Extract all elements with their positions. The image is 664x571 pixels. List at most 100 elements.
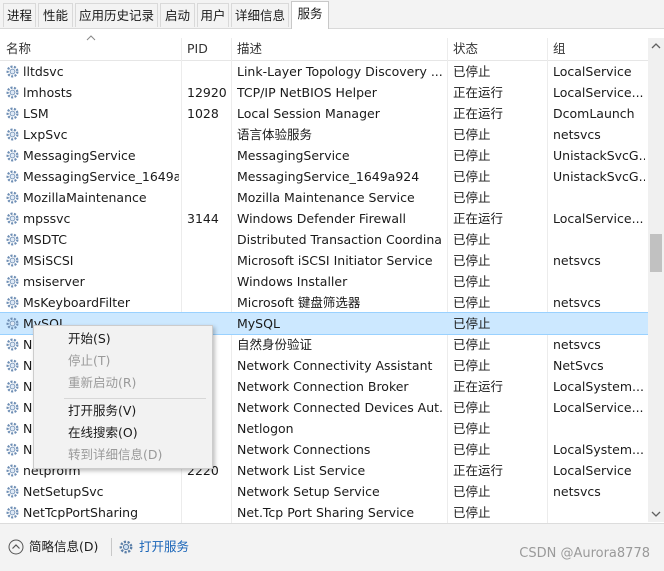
menu-item-start[interactable]: 开始(S): [34, 328, 212, 350]
service-group: LocalSystem...: [553, 442, 644, 457]
service-pid: [187, 292, 231, 313]
menu-item-go-to-details[interactable]: 转到详细信息(D): [34, 444, 212, 466]
table-row[interactable]: NetSetupSvc Network Setup Service 已停止 netsv…: [0, 481, 648, 502]
tab-app-history[interactable]: 应用历史记录: [75, 3, 158, 27]
table-row[interactable]: MozillaMaintenance Mozilla Maintenance Se…: [0, 187, 648, 208]
scroll-up-icon[interactable]: [648, 38, 664, 54]
service-name: MsKeyboardFilter: [23, 295, 131, 310]
table-row[interactable]: LxpSvc 语言体验服务 已停止 netsvcs: [0, 124, 648, 145]
service-description: Microsoft iSCSI Initiator Service: [237, 253, 433, 268]
menu-item-open-services[interactable]: 打开服务(V): [34, 400, 212, 422]
service-name: MSiSCSI: [23, 253, 74, 268]
service-description: Network List Service: [237, 463, 366, 478]
service-status: 已停止: [453, 253, 491, 268]
service-pid: [187, 502, 231, 521]
service-gear-icon: [6, 464, 19, 477]
service-description: 语言体验服务: [237, 127, 313, 142]
menu-item-search-online[interactable]: 在线搜索(O): [34, 422, 212, 444]
menu-item-stop[interactable]: 停止(T): [34, 350, 212, 372]
bottom-bar: 简略信息(D) 打开服务 CSDN @Aurora8778: [0, 523, 664, 571]
service-group: LocalService...: [553, 211, 644, 226]
service-gear-icon: [6, 86, 19, 99]
menu-item-restart[interactable]: 重新启动(R): [34, 372, 212, 394]
service-description: Windows Installer: [237, 274, 348, 289]
service-gear-icon: [6, 401, 19, 414]
service-description: Windows Defender Firewall: [237, 211, 406, 226]
open-services-label: 打开服务: [139, 539, 190, 554]
service-status: 已停止: [453, 148, 491, 163]
service-group: LocalService...: [553, 400, 644, 415]
tab-details[interactable]: 详细信息: [231, 3, 289, 27]
service-pid: 12920: [187, 85, 227, 100]
service-status: 正在运行: [453, 463, 504, 478]
service-description: Network Connected Devices Aut...: [237, 400, 442, 415]
table-row[interactable]: MessagingService_1649a... MessagingServic…: [0, 166, 648, 187]
table-row[interactable]: MSDTC Distributed Transaction Coordina...…: [0, 229, 648, 250]
tab-services[interactable]: 服务: [291, 1, 329, 29]
tab-startup[interactable]: 启动: [160, 3, 195, 27]
service-group: netsvcs: [553, 295, 601, 310]
scrollbar-thumb[interactable]: [650, 234, 662, 272]
table-row[interactable]: MessagingService MessagingService 已停止 Unist…: [0, 145, 648, 166]
service-status: 已停止: [453, 274, 491, 289]
column-name[interactable]: 名称: [6, 38, 31, 60]
service-gear-icon: [6, 170, 19, 183]
service-description: TCP/IP NetBIOS Helper: [237, 85, 377, 100]
service-group: LocalService: [553, 463, 632, 478]
column-pid[interactable]: PID: [187, 38, 208, 60]
service-description: Network Connectivity Assistant: [237, 358, 433, 373]
service-pid: [187, 61, 231, 82]
service-gear-icon: [6, 296, 19, 309]
services-gear-icon: [119, 540, 133, 554]
service-pid: [187, 145, 231, 166]
service-group: netsvcs: [553, 127, 601, 142]
column-description[interactable]: 描述: [237, 38, 262, 60]
service-status: 已停止: [453, 169, 491, 184]
chevron-up-circle-icon: [8, 539, 24, 555]
service-name: NetSetupSvc: [23, 484, 104, 499]
service-group: [553, 271, 645, 292]
service-gear-icon: [6, 485, 19, 498]
service-group: LocalService: [553, 64, 632, 79]
column-group[interactable]: 组: [553, 38, 566, 60]
table-row[interactable]: MsKeyboardFilter Microsoft 键盘筛选器 已停止 netsvc…: [0, 292, 648, 313]
table-row[interactable]: msiserver Windows Installer 已停止: [0, 271, 648, 292]
table-row[interactable]: MSiSCSI Microsoft iSCSI Initiator Service…: [0, 250, 648, 271]
service-description: Net.Tcp Port Sharing Service: [237, 505, 415, 520]
fewer-details-button[interactable]: 简略信息(D): [8, 537, 98, 557]
vertical-scrollbar[interactable]: [648, 38, 664, 522]
service-group: NetSvcs: [553, 358, 604, 373]
tab-users[interactable]: 用户: [197, 3, 229, 27]
service-pid: 3144: [187, 211, 219, 226]
service-gear-icon: [6, 506, 19, 519]
service-name: lmhosts: [23, 85, 73, 100]
service-status: 正在运行: [453, 85, 504, 100]
tab-processes[interactable]: 进程: [3, 3, 36, 27]
service-group: UnistackSvcG...: [553, 148, 645, 163]
tab-performance[interactable]: 性能: [38, 3, 73, 27]
column-status[interactable]: 状态: [453, 38, 478, 60]
menu-separator: [64, 398, 206, 399]
service-description: MessagingService: [237, 148, 350, 163]
service-name: mpssvc: [23, 211, 71, 226]
service-pid: [187, 481, 231, 502]
service-status: 已停止: [453, 127, 491, 142]
service-status: 已停止: [453, 190, 491, 205]
table-row[interactable]: lmhosts 12920 TCP/IP NetBIOS Helper 正在运行 Loc…: [0, 82, 648, 103]
service-pid: [187, 271, 231, 292]
table-row[interactable]: LSM 1028 Local Session Manager 正在运行 DcomLaun…: [0, 103, 648, 124]
table-row[interactable]: NetTcpPortSharing Net.Tcp Port Sharing Se…: [0, 502, 648, 521]
open-services-link[interactable]: 打开服务: [118, 537, 189, 557]
service-description: Microsoft 键盘筛选器: [237, 295, 361, 310]
scroll-down-icon[interactable]: [648, 506, 664, 522]
table-row[interactable]: mpssvc 3144 Windows Defender Firewall 正在运行 L…: [0, 208, 648, 229]
service-status: 已停止: [453, 442, 491, 457]
service-name: NetTcpPortSharing: [23, 505, 139, 520]
service-name: LxpSvc: [23, 127, 68, 142]
service-gear-icon: [6, 233, 19, 246]
service-status: 已停止: [453, 232, 491, 247]
service-group: [553, 229, 645, 250]
table-row[interactable]: lltdsvc Link-Layer Topology Discovery ...…: [0, 61, 648, 82]
service-group: [553, 187, 645, 208]
service-status: 已停止: [453, 358, 491, 373]
